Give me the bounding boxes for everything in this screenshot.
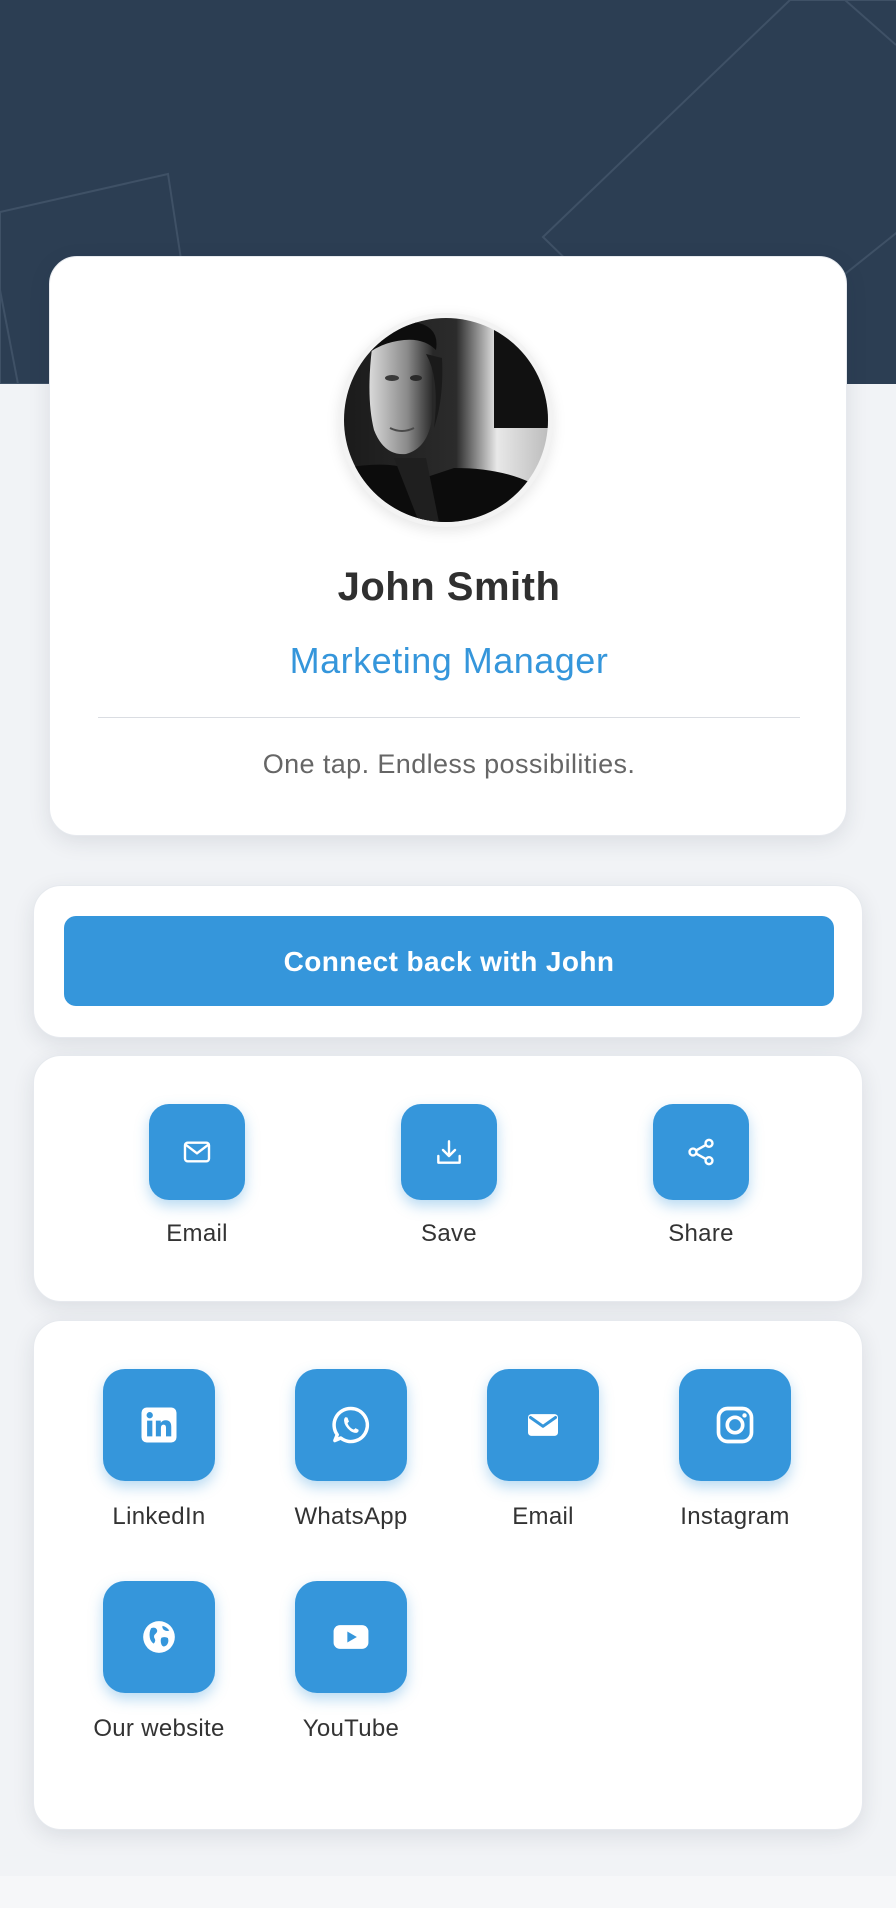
youtube-link[interactable]: YouTube bbox=[276, 1581, 426, 1747]
instagram-icon bbox=[716, 1406, 754, 1444]
link-label: WhatsApp bbox=[294, 1503, 408, 1530]
share-icon bbox=[688, 1138, 714, 1166]
profile-card: John Smith Marketing Manager One tap. En… bbox=[49, 256, 847, 836]
email-link[interactable]: Email bbox=[468, 1369, 618, 1535]
youtube-icon bbox=[333, 1625, 369, 1649]
divider bbox=[98, 717, 800, 718]
linkedin-icon bbox=[141, 1407, 177, 1443]
whatsapp-tile[interactable] bbox=[295, 1369, 407, 1481]
link-label: Instagram bbox=[680, 1503, 790, 1530]
email-tile[interactable] bbox=[487, 1369, 599, 1481]
instagram-tile[interactable] bbox=[679, 1369, 791, 1481]
action-label: Share bbox=[668, 1220, 734, 1247]
action-label: Save bbox=[421, 1220, 477, 1247]
save-action-tile[interactable] bbox=[401, 1104, 497, 1200]
linkedin-tile[interactable] bbox=[103, 1369, 215, 1481]
connect-card: Connect back with John bbox=[33, 885, 863, 1038]
quick-actions-card: Email Save Share bbox=[33, 1055, 863, 1302]
youtube-tile[interactable] bbox=[295, 1581, 407, 1693]
link-label: Email bbox=[512, 1503, 574, 1530]
link-label: YouTube bbox=[302, 1715, 400, 1742]
profile-tagline: One tap. Endless possibilities. bbox=[262, 749, 636, 779]
email-action-button[interactable]: Email bbox=[117, 1104, 277, 1248]
whatsapp-icon bbox=[332, 1406, 370, 1444]
whatsapp-link[interactable]: WhatsApp bbox=[276, 1369, 426, 1535]
mail-outline-icon bbox=[183, 1141, 211, 1163]
profile-photo bbox=[344, 318, 548, 522]
website-link[interactable]: Our website bbox=[84, 1581, 234, 1747]
instagram-link[interactable]: Instagram bbox=[660, 1369, 810, 1535]
link-label: LinkedIn bbox=[112, 1503, 206, 1530]
action-label: Email bbox=[166, 1220, 228, 1247]
share-action-tile[interactable] bbox=[653, 1104, 749, 1200]
social-links-card: LinkedIn WhatsApp Email Instagram Our we… bbox=[33, 1320, 863, 1830]
profile-job-title: Marketing Manager bbox=[289, 640, 609, 681]
save-action-button[interactable]: Save bbox=[369, 1104, 529, 1248]
download-icon bbox=[437, 1140, 461, 1164]
connect-back-button[interactable]: Connect back with John bbox=[64, 916, 834, 1006]
profile-name: John Smith bbox=[337, 565, 561, 609]
globe-icon bbox=[143, 1621, 175, 1653]
email-action-tile[interactable] bbox=[149, 1104, 245, 1200]
footer-band bbox=[0, 1876, 896, 1908]
link-label: Our website bbox=[93, 1715, 225, 1742]
share-action-button[interactable]: Share bbox=[621, 1104, 781, 1248]
website-tile[interactable] bbox=[103, 1581, 215, 1693]
linkedin-link[interactable]: LinkedIn bbox=[84, 1369, 234, 1535]
avatar bbox=[339, 313, 553, 527]
email-icon bbox=[528, 1414, 558, 1436]
